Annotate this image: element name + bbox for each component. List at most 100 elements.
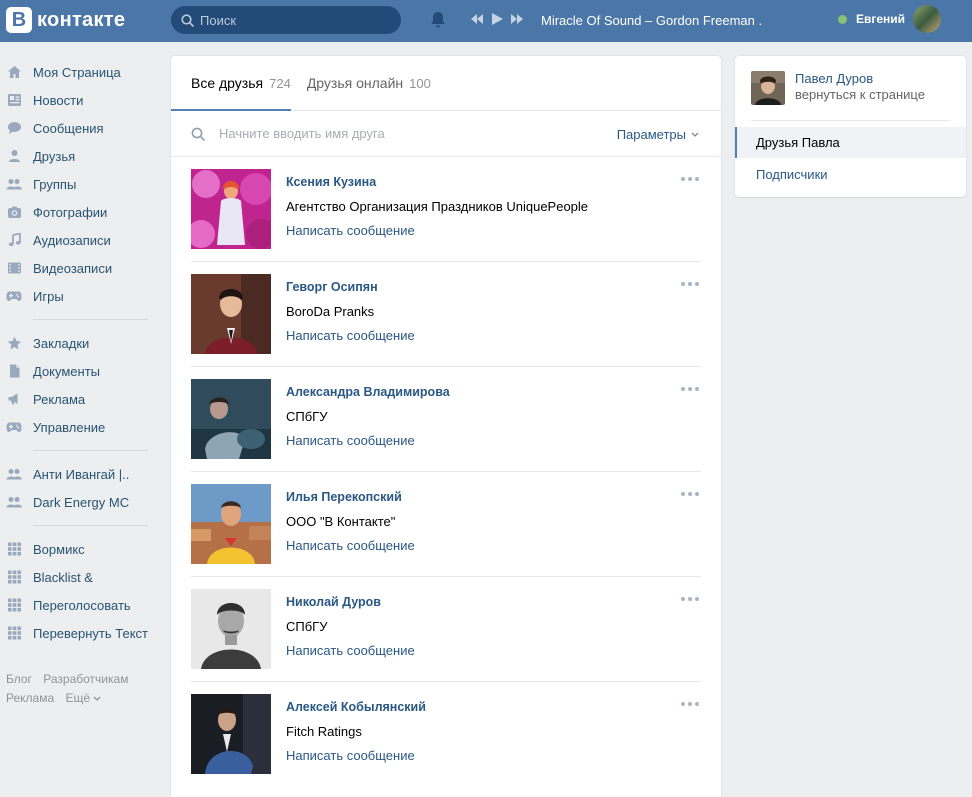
write-message-link[interactable]: Написать сообщение — [286, 328, 415, 343]
write-message-link[interactable]: Написать сообщение — [286, 538, 415, 553]
sidebar-item[interactable]: Игры — [0, 282, 160, 310]
header-search[interactable] — [171, 6, 401, 34]
friend-photo[interactable] — [191, 589, 271, 669]
back-to-page-link[interactable]: вернуться к странице — [795, 87, 925, 103]
menu-item-followers[interactable]: Подписчики — [735, 159, 966, 190]
friend-photo[interactable] — [191, 484, 271, 564]
star-icon — [6, 335, 22, 351]
search-input[interactable] — [200, 12, 390, 28]
sidebar-item-label: Анти Ивангай |.. — [33, 466, 130, 482]
footer-blog-link[interactable]: Блог — [6, 672, 32, 686]
sidebar-item[interactable]: Blacklist & — [0, 563, 160, 591]
sidebar-item[interactable]: Вормикс — [0, 535, 160, 563]
friend-row: Ксения Кузина Агентство Организация Празд… — [191, 157, 701, 262]
sidebar-item[interactable]: Фотографии — [0, 198, 160, 226]
now-playing-track[interactable]: Miracle Of Sound – Gordon Freeman ... — [541, 13, 761, 28]
friend-name[interactable]: Геворг Осипян — [286, 280, 378, 294]
vk-logo[interactable]: В контакте — [6, 7, 125, 33]
more-actions-icon[interactable] — [681, 177, 699, 181]
owner-name[interactable]: Павел Дуров — [795, 71, 925, 87]
chevron-down-icon — [93, 696, 101, 701]
write-message-link[interactable]: Написать сообщение — [286, 748, 415, 763]
friend-photo[interactable] — [191, 274, 271, 354]
apps-icon — [6, 597, 22, 613]
write-message-link[interactable]: Написать сообщение — [286, 643, 415, 658]
footer-developers-link[interactable]: Разработчикам — [43, 672, 128, 686]
sidebar-item-label: Фотографии — [33, 204, 108, 220]
friend-row: Илья Перекопский ООО "В Контакте" Написать… — [191, 472, 701, 577]
more-actions-icon[interactable] — [681, 492, 699, 496]
friend-name[interactable]: Николай Дуров — [286, 595, 381, 609]
sidebar-item[interactable]: Dark Energy MC — [0, 488, 160, 516]
friends-icon — [6, 148, 22, 164]
sidebar-item[interactable]: Закладки — [0, 329, 160, 357]
friend-photo[interactable] — [191, 379, 271, 459]
more-actions-icon[interactable] — [681, 702, 699, 706]
chevron-down-icon — [691, 132, 699, 137]
sidebar-item[interactable]: Реклама — [0, 385, 160, 413]
profile-owner[interactable]: Павел Дуров вернуться к странице — [751, 71, 925, 105]
sidebar-item[interactable]: Переголосовать — [0, 591, 160, 619]
tab-all-friends-label: Все друзья — [191, 75, 264, 91]
write-message-link[interactable]: Написать сообщение — [286, 433, 415, 448]
friend-subtitle: ООО "В Контакте" — [286, 514, 396, 529]
sidebar-item[interactable]: Моя Страница — [0, 58, 160, 86]
friend-search-input[interactable] — [219, 126, 579, 141]
friend-name[interactable]: Алексей Кобылянский — [286, 700, 426, 714]
more-actions-icon[interactable] — [681, 282, 699, 286]
music-icon — [6, 232, 22, 248]
sidebar-item[interactable]: Перевернуть Текст — [0, 619, 160, 647]
friend-photo[interactable] — [191, 694, 271, 774]
owner-avatar[interactable] — [751, 71, 785, 105]
sidebar-item-label: Реклама — [33, 391, 86, 407]
panel-divider — [751, 120, 950, 121]
header-avatar — [913, 5, 942, 33]
sidebar-item-label: Новости — [33, 92, 84, 108]
parameters-label: Параметры — [616, 127, 686, 142]
write-message-link[interactable]: Написать сообщение — [286, 223, 415, 238]
next-track-icon[interactable] — [510, 13, 524, 25]
sidebar-item[interactable]: Видеозаписи — [0, 254, 160, 282]
more-actions-icon[interactable] — [681, 387, 699, 391]
footer-more-link[interactable]: Ещё — [65, 691, 101, 705]
sidebar-item[interactable]: Управление — [0, 413, 160, 441]
header-user-menu[interactable]: Евгений — [838, 5, 942, 33]
sidebar-item[interactable]: Сообщения — [0, 114, 160, 142]
apps-icon — [6, 541, 22, 557]
sidebar-item[interactable]: Документы — [0, 357, 160, 385]
photos-icon — [6, 204, 22, 220]
groups-icon — [6, 466, 22, 482]
tab-all-friends[interactable]: Все друзья 724 — [171, 56, 291, 111]
sidebar-item[interactable]: Группы — [0, 170, 160, 198]
friend-name[interactable]: Александра Владимирова — [286, 385, 450, 399]
menu-item-friends-of-pavel[interactable]: Друзья Павла — [735, 127, 966, 158]
friend-photo[interactable] — [191, 169, 271, 249]
header-user-name: Евгений — [856, 12, 906, 26]
friend-name[interactable]: Ксения Кузина — [286, 175, 376, 189]
sidebar-item-label: Моя Страница — [33, 64, 121, 80]
previous-track-icon[interactable] — [470, 13, 484, 25]
footer-ads-link[interactable]: Реклама — [6, 691, 54, 705]
sidebar-item-label: Переголосовать — [33, 597, 131, 613]
friend-subtitle: Агентство Организация Праздников UniqueP… — [286, 199, 589, 214]
parameters-button[interactable]: Параметры — [617, 127, 699, 142]
video-icon — [6, 260, 22, 276]
friend-name[interactable]: Илья Перекопский — [286, 490, 402, 504]
sidebar-item[interactable]: Друзья — [0, 142, 160, 170]
sidebar-item-label: Видеозаписи — [33, 260, 113, 276]
friends-tabs: Все друзья 724 Друзья онлайн 100 — [171, 56, 721, 111]
sidebar-item-label: Управление — [33, 419, 106, 435]
sidebar-item-label: Игры — [33, 288, 64, 304]
bell-icon[interactable] — [430, 11, 446, 32]
tab-friends-online[interactable]: Друзья онлайн 100 — [307, 56, 431, 110]
home-icon — [6, 64, 22, 80]
friends-card: Все друзья 724 Друзья онлайн 100 Парамет… — [171, 56, 721, 797]
groups-icon — [6, 176, 22, 192]
more-actions-icon[interactable] — [681, 597, 699, 601]
friend-row: Геворг Осипян BoroDa Pranks Написать сообщ… — [191, 262, 701, 367]
sidebar-item[interactable]: Аудиозаписи — [0, 226, 160, 254]
sidebar-item[interactable]: Анти Ивангай |.. — [0, 460, 160, 488]
sidebar-item[interactable]: Новости — [0, 86, 160, 114]
play-icon[interactable] — [490, 12, 504, 26]
gamepad-icon — [6, 419, 22, 435]
